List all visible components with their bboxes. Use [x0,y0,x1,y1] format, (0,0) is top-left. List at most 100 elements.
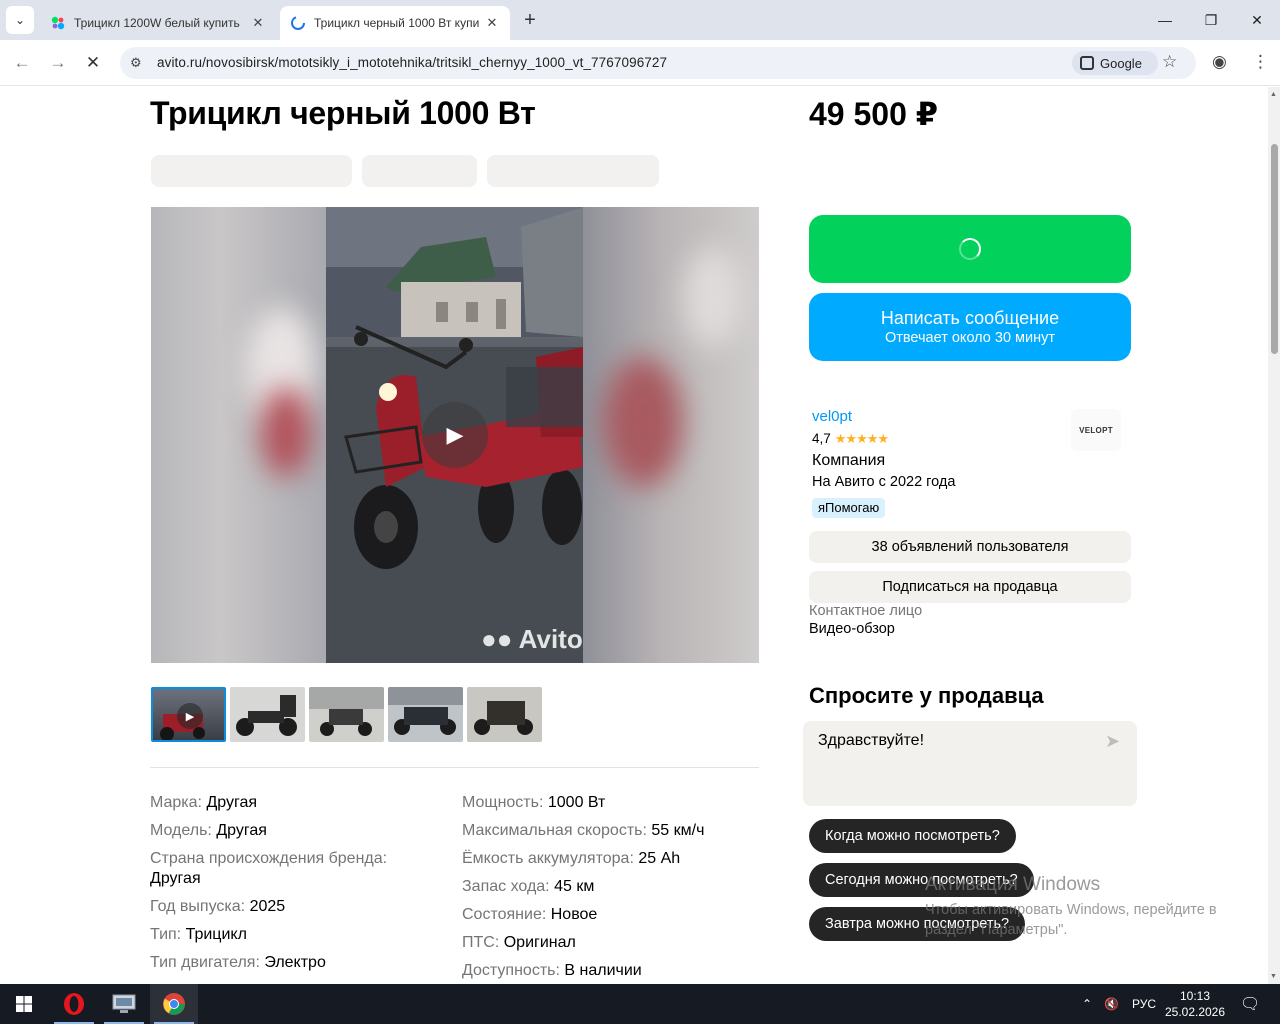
show-phone-button[interactable] [809,215,1131,283]
param-value: 2025 [249,898,286,915]
thumbnail-image [474,701,533,735]
opera-taskbar-icon[interactable] [50,984,98,1024]
param-row: Марка: Другая [150,789,440,817]
tab-tricycle-black[interactable]: Трицикл черный 1000 Вт купи ✕ [280,6,510,40]
param-key: ПТС: [462,934,500,951]
param-value: Электро [264,954,326,971]
quick-question-chip[interactable]: Когда можно посмотреть? [809,819,1016,853]
address-bar[interactable]: ⚙ avito.ru/novosibirsk/mototsikly_i_moto… [120,47,1196,79]
forward-arrow-icon[interactable]: → [43,48,73,78]
param-value: 1000 Вт [547,794,606,811]
windows-taskbar: ⌃ 🔇 РУС 10:13 25.02.2026 🗨 [0,984,1280,1024]
tab-close-icon[interactable]: ✕ [250,15,266,31]
param-value: В наличии [564,962,642,979]
windows-logo-icon [16,996,32,1012]
tab-bar: ⌄ Трицикл 1200W белый купить ✕ Трицикл ч… [0,0,1280,40]
blur-blob [683,247,743,347]
thumbnail-photo[interactable] [230,687,305,742]
restore-icon[interactable]: ❐ [1188,0,1234,40]
clock-date: 25.02.2026 [1164,1005,1226,1019]
site-info-icon[interactable]: ⚙ [130,55,142,71]
thumbnail-image [236,695,297,736]
param-key: Модель: [150,822,212,839]
app-taskbar-icon[interactable] [100,984,148,1024]
minimize-icon[interactable]: — [1142,0,1188,40]
play-video-icon[interactable]: ▶ [422,402,488,468]
tab-search-chevron-icon[interactable]: ⌄ [6,6,34,34]
blurred-backdrop [151,207,326,663]
contact-person-label: Контактное лицо [809,603,923,619]
seller-logo-text: VELOPT [1079,425,1113,435]
tab-tricycle-white[interactable]: Трицикл 1200W белый купить ✕ [40,6,276,40]
chrome-taskbar-icon[interactable] [150,984,198,1024]
param-value: Другая [150,870,201,887]
thumbnail-photo[interactable] [309,687,384,742]
send-arrow-icon[interactable]: ➤ [1105,731,1120,752]
param-key: Мощность: [462,794,544,811]
page-scrollbar[interactable]: ▲ ▼ [1268,87,1280,984]
stop-loading-icon[interactable]: ✕ [78,48,108,78]
thumbnail-image [388,687,463,735]
google-lens-chip[interactable]: Google [1072,51,1158,75]
ask-message-input[interactable]: Здравствуйте! [803,721,1137,806]
blur-blob [603,357,683,487]
thumbnail-play-icon: ▶ [177,703,203,729]
new-tab-plus-icon[interactable]: + [518,8,542,32]
response-time-label: Отвечает около 30 минут [884,330,1056,346]
system-clock[interactable]: 10:13 25.02.2026 [1160,988,1230,1020]
close-window-icon[interactable]: ✕ [1234,0,1280,40]
contact-person-value: Видео-обзор [809,621,895,637]
bookmark-star-icon[interactable]: ☆ [1162,52,1177,72]
param-value: Другая [216,822,267,839]
param-row: Тип двигателя: Электро [150,949,440,977]
param-row: Страна происхождения бренда: Другая [150,845,440,893]
tab-close-icon[interactable]: ✕ [484,15,500,31]
seller-rating[interactable]: 4,7 ★★★★★ [812,431,889,447]
scroll-down-icon[interactable]: ▼ [1270,973,1277,980]
quick-question-chip[interactable]: Завтра можно посмотреть? [809,907,1026,941]
param-row: Максимальная скорость: 55 км/ч [462,817,762,845]
monitor-app-icon [112,994,136,1013]
profile-icon[interactable]: ◉ [1212,52,1227,72]
url-text[interactable]: avito.ru/novosibirsk/mototsikly_i_motote… [157,55,667,70]
param-value: 25 Ah [638,850,681,867]
thumbnail-photo[interactable] [388,687,463,742]
tray-chevron-icon[interactable]: ⌃ [1082,984,1092,1024]
back-arrow-icon[interactable]: ← [7,48,37,78]
param-value: Трицикл [185,926,247,943]
blurred-backdrop [583,207,759,663]
param-row: Год выпуска: 2025 [150,893,440,921]
param-row: Тип: Трицикл [150,921,440,949]
scroll-up-icon[interactable]: ▲ [1270,91,1277,98]
volume-muted-icon[interactable]: 🔇 [1104,984,1119,1024]
subscribe-seller-button[interactable]: Подписаться на продавца [809,571,1131,603]
seller-name-link[interactable]: vel0pt [812,408,852,425]
scrollbar-thumb[interactable] [1271,144,1278,354]
thumbnail-video[interactable]: ▶ [151,687,226,742]
param-key: Марка: [150,794,202,811]
media-gallery[interactable]: ▶ ●● Avito [151,207,759,663]
param-key: Тип: [150,926,182,943]
thumbnail-image [309,687,384,736]
ya-pomogayu-badge[interactable]: яПомогаю [812,498,886,518]
windows-start-icon[interactable] [0,984,48,1024]
param-row: Состояние: Новое [462,901,762,929]
page-content: Трицикл черный 1000 Вт 49 500 ₽ ▶ ●● Avi… [0,87,1268,984]
chrome-logo-icon [163,993,185,1015]
param-row: Мощность: 1000 Вт [462,789,762,817]
seller-logo[interactable]: VELOPT [1071,409,1121,451]
write-message-button[interactable]: Написать сообщение Отвечает около 30 мин… [809,293,1131,361]
param-value: Оригинал [503,934,576,951]
param-value: 55 км/ч [651,822,705,839]
thumbnail-photo[interactable] [467,687,542,742]
param-key: Тип двигателя: [150,954,260,971]
user-listings-button[interactable]: 38 объявлений пользователя [809,531,1131,563]
quick-question-chip[interactable]: Сегодня можно посмотреть? [809,863,1034,897]
keyboard-language[interactable]: РУС [1132,984,1156,1024]
menu-kebab-icon[interactable]: ⋮ [1252,52,1269,72]
listing-title: Трицикл черный 1000 Вт [150,95,536,131]
notifications-icon[interactable]: 🗨 [1240,984,1260,1024]
param-key: Доступность: [462,962,560,979]
skeleton-placeholder [151,155,352,187]
param-key: Страна происхождения бренда: [150,850,388,867]
